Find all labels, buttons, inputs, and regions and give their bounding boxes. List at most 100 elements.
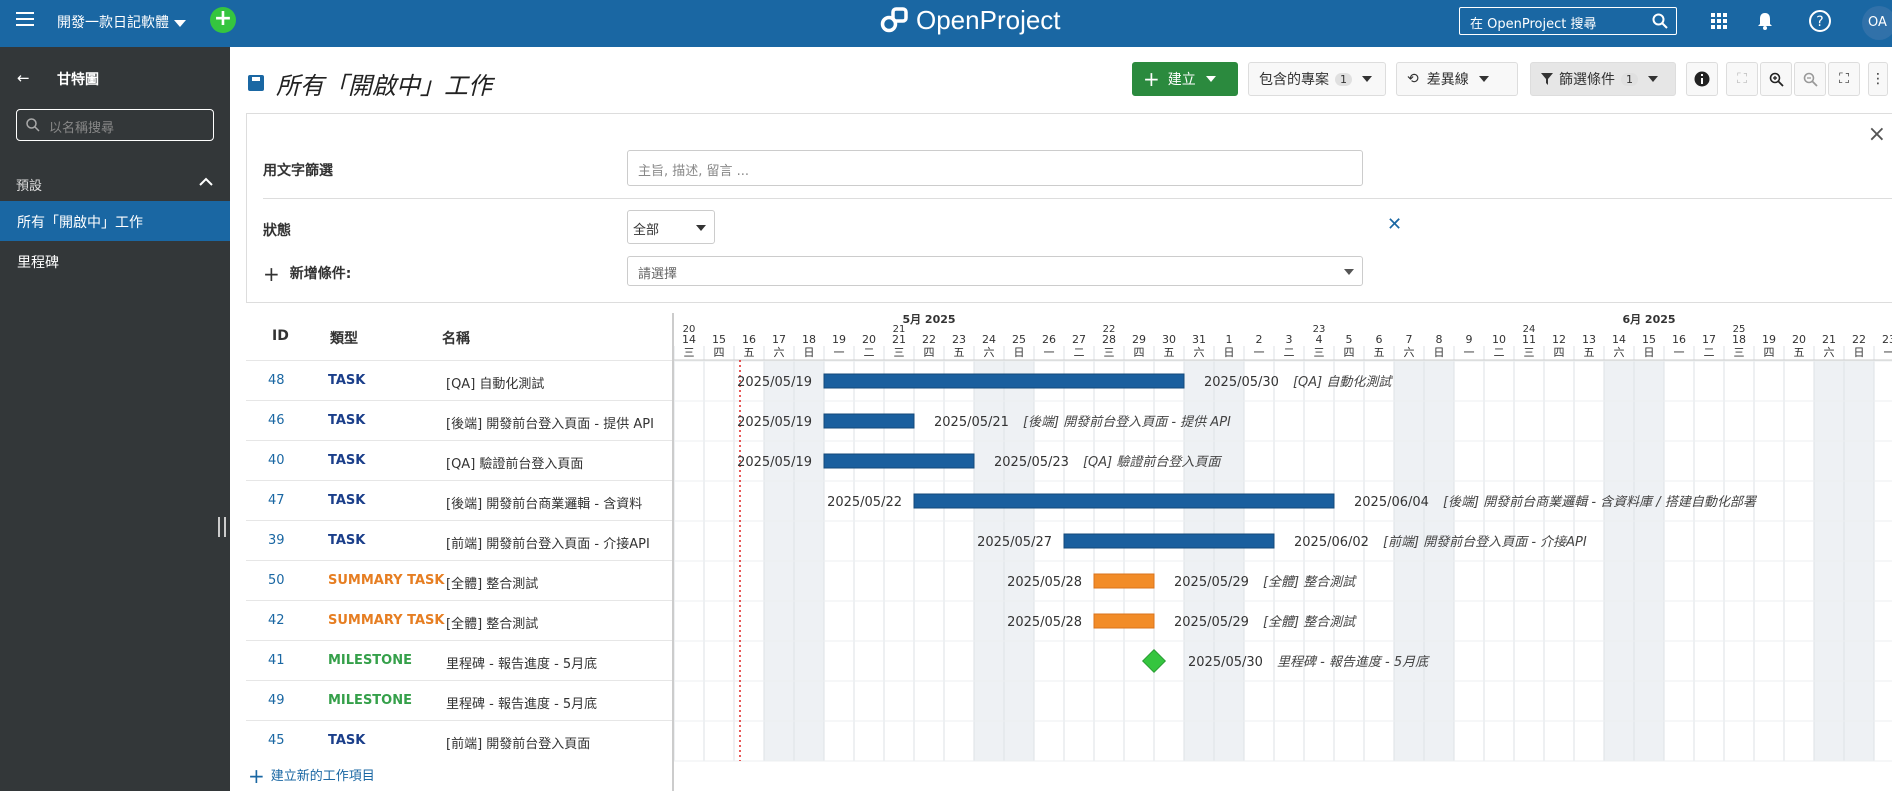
row-id[interactable]: 46 <box>268 413 285 428</box>
zoom-auto-icon[interactable]: ⛶ <box>1726 62 1758 96</box>
modules-grid-icon[interactable] <box>1708 10 1730 32</box>
column-header-name[interactable]: 名稱 <box>442 328 470 348</box>
weekday-label: 五 <box>954 346 965 359</box>
baseline-button[interactable]: ⟲ 差異線 <box>1396 62 1518 96</box>
task-bar <box>823 413 915 429</box>
table-row[interactable]: 45 TASK [前端] 開發前台登入頁面 <box>246 720 672 760</box>
fullscreen-icon[interactable]: ⛶ <box>1828 62 1860 96</box>
openproject-logo[interactable]: OpenProject <box>880 4 1061 36</box>
table-row[interactable]: 42 SUMMARY TASK [全體] 整合測試 <box>246 600 672 640</box>
table-row[interactable]: 41 MILESTONE 里程碑 - 報告進度 - 5月底 <box>246 640 672 680</box>
bar-end-date: 2025/05/29 <box>1174 575 1249 590</box>
weekday-label: 六 <box>1614 346 1625 359</box>
row-id[interactable]: 40 <box>268 453 285 468</box>
weekday-label: 四 <box>1554 346 1565 359</box>
add-work-package-link[interactable]: + 建立新的工作項目 <box>248 764 375 788</box>
avatar[interactable]: OA <box>1862 6 1892 40</box>
row-name[interactable]: [後端] 開發前台登入頁面 - 提供 API <box>446 413 672 432</box>
weekday-label: 三 <box>1524 346 1535 359</box>
sidebar-section-default: 預設 <box>16 179 43 194</box>
row-name[interactable]: [前端] 開發前台登入頁面 <box>446 733 672 752</box>
table-row[interactable]: 49 MILESTONE 里程碑 - 報告進度 - 5月底 <box>246 680 672 720</box>
status-filter-label: 狀態 <box>263 223 291 239</box>
search-icon[interactable] <box>1652 13 1668 29</box>
save-icon[interactable] <box>248 75 264 91</box>
row-name[interactable]: 里程碑 - 報告進度 - 5月底 <box>446 653 672 672</box>
project-name: 開發一款日記軟體 <box>57 15 169 31</box>
close-icon[interactable]: × <box>1868 122 1886 147</box>
gantt-chart[interactable]: 14 三 15 四 16 五 17 六 18 日 19 一 20 二 21 三 22 四 23 五 24 六 25 日 26 一 2… <box>672 313 1892 791</box>
zoom-in-icon[interactable] <box>1760 62 1792 96</box>
day-label: 17 <box>772 333 786 346</box>
row-id[interactable]: 50 <box>268 573 285 588</box>
weekday-label: 五 <box>1164 346 1175 359</box>
table-row[interactable]: 48 TASK [QA] 自動化測試 <box>246 360 672 400</box>
info-icon[interactable] <box>1686 62 1718 96</box>
column-header-id[interactable]: ID <box>272 328 289 344</box>
weekday-label: 五 <box>1794 346 1805 359</box>
row-name[interactable]: [後端] 開發前台商業邏輯 - 含資料 <box>446 493 672 512</box>
summary-bar <box>1093 613 1155 629</box>
weekday-label: 一 <box>1254 346 1265 359</box>
weekday-label: 六 <box>984 346 995 359</box>
bell-icon[interactable] <box>1754 10 1776 32</box>
day-label: 23 <box>952 333 966 346</box>
row-id[interactable]: 47 <box>268 493 285 508</box>
sidebar-search-input[interactable]: 以名稱搜尋 <box>16 109 214 141</box>
weekday-label: 三 <box>1734 346 1745 359</box>
include-projects-label: 包含的專案 <box>1259 72 1329 88</box>
status-filter-select[interactable]: 全部 <box>627 210 715 244</box>
sidebar-item-all-open[interactable]: 所有「開啟中」工作 <box>0 201 230 241</box>
add-icon[interactable]: + <box>210 7 236 33</box>
table-row[interactable]: 39 TASK [前端] 開發前台登入頁面 - 介接API <box>246 520 672 560</box>
zoom-out-icon[interactable] <box>1794 62 1826 96</box>
chevron-down-icon <box>1362 76 1372 82</box>
weekday-label: 日 <box>1854 346 1865 359</box>
row-id[interactable]: 39 <box>268 533 285 548</box>
row-id[interactable]: 48 <box>268 373 285 388</box>
row-name[interactable]: [QA] 自動化測試 <box>446 373 672 392</box>
row-name[interactable]: [全體] 整合測試 <box>446 613 672 632</box>
weekday-label: 一 <box>834 346 845 359</box>
row-id[interactable]: 41 <box>268 653 285 668</box>
table-row[interactable]: 46 TASK [後端] 開發前台登入頁面 - 提供 API <box>246 400 672 440</box>
chevron-down-icon <box>1648 76 1658 82</box>
add-filter-select[interactable]: 請選擇 <box>627 256 1363 286</box>
chevron-up-icon[interactable] <box>199 177 213 187</box>
day-label: 1 <box>1226 333 1233 346</box>
table-row[interactable]: 50 SUMMARY TASK [全體] 整合測試 <box>246 560 672 600</box>
row-name[interactable]: [全體] 整合測試 <box>446 573 672 592</box>
bar-end-date: 2025/06/04 <box>1354 495 1429 510</box>
project-selector[interactable]: 開發一款日記軟體 <box>57 12 186 32</box>
divider <box>263 198 1892 199</box>
bar-end-date: 2025/05/21 <box>934 415 1009 430</box>
row-name[interactable]: [前端] 開發前台登入頁面 - 介接API <box>446 533 672 552</box>
row-name[interactable]: 里程碑 - 報告進度 - 5月底 <box>446 693 672 712</box>
include-projects-button[interactable]: 包含的專案 1 <box>1248 62 1386 96</box>
bar-caption: [全體] 整合測試 <box>1263 574 1357 590</box>
task-bar <box>823 373 1185 389</box>
page-title[interactable]: 所有「開啟中」工作 <box>276 66 492 101</box>
remove-filter-icon[interactable]: ✕ <box>1387 214 1402 235</box>
weekday-label: 三 <box>1314 346 1325 359</box>
sidebar-resize-handle[interactable] <box>218 517 226 537</box>
table-row[interactable]: 40 TASK [QA] 驗證前台登入頁面 <box>246 440 672 480</box>
filter-button[interactable]: 篩選條件 1 <box>1530 62 1676 96</box>
global-search-input[interactable]: 在 OpenProject 搜尋 <box>1459 7 1677 35</box>
row-id[interactable]: 42 <box>268 613 285 628</box>
text-filter-input[interactable]: 主旨, 描述, 留言 ... <box>627 150 1363 186</box>
day-label: 30 <box>1162 333 1176 346</box>
add-filter-placeholder: 請選擇 <box>638 267 678 282</box>
row-name[interactable]: [QA] 驗證前台登入頁面 <box>446 453 672 472</box>
bar-end-date: 2025/05/30 <box>1204 375 1279 390</box>
row-id[interactable]: 45 <box>268 733 285 748</box>
table-row[interactable]: 47 TASK [後端] 開發前台商業邏輯 - 含資料 <box>246 480 672 520</box>
menu-icon[interactable] <box>16 12 34 26</box>
sidebar-item-milestones[interactable]: 里程碑 <box>0 241 230 281</box>
create-button[interactable]: + 建立 <box>1132 62 1238 96</box>
column-header-type[interactable]: 類型 <box>330 328 358 348</box>
row-id[interactable]: 49 <box>268 693 285 708</box>
back-arrow-icon[interactable]: ← <box>17 69 30 87</box>
more-menu-icon[interactable]: ⋮ <box>1868 62 1888 96</box>
help-icon[interactable]: ? <box>1808 9 1832 33</box>
